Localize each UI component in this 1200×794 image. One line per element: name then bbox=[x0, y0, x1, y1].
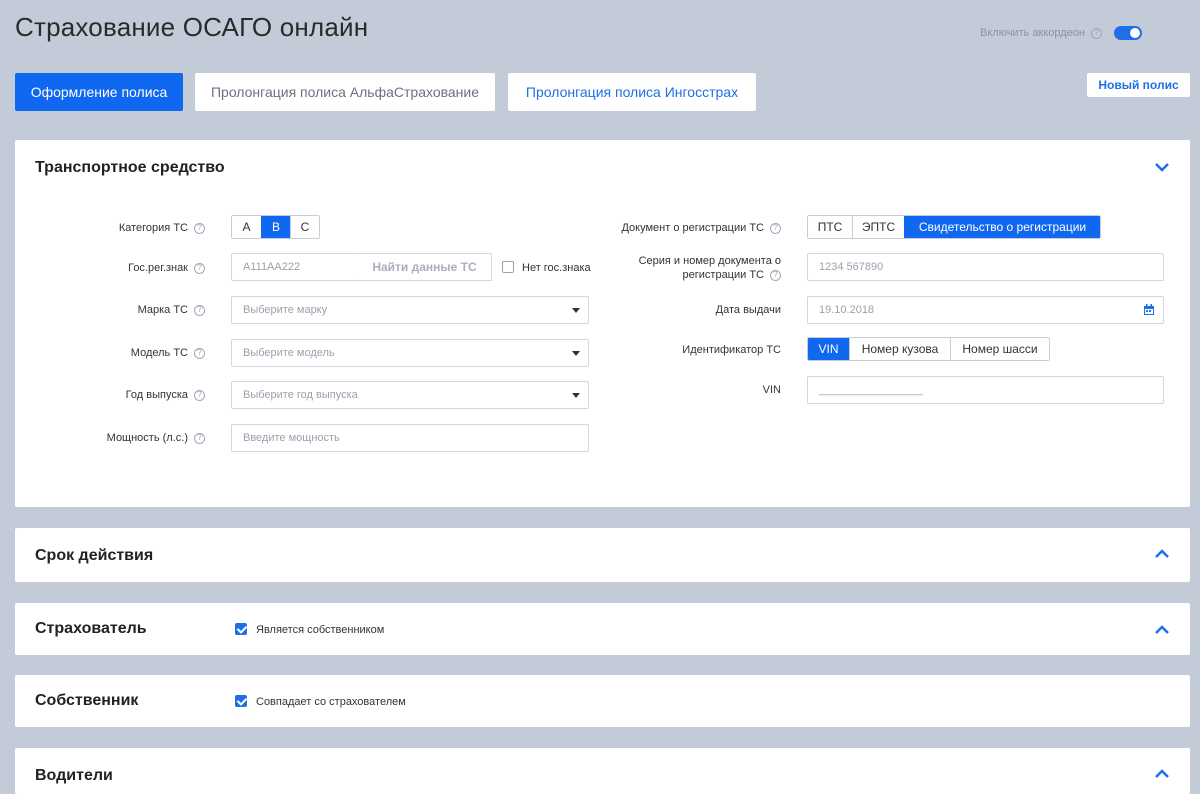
id-label: Идентификатор ТС bbox=[682, 344, 781, 356]
no-plate-checkbox[interactable] bbox=[502, 261, 514, 273]
reg-doc-certificate[interactable]: Свидетельство о регистрации bbox=[904, 216, 1100, 238]
chevron-up-icon[interactable] bbox=[1154, 546, 1170, 562]
owner-card[interactable]: Собственник Совпадает со страхователем bbox=[15, 675, 1190, 727]
help-icon[interactable]: ? bbox=[194, 222, 205, 234]
category-b[interactable]: B bbox=[261, 216, 290, 238]
id-chassis-number[interactable]: Номер шасси bbox=[950, 338, 1049, 360]
plate-input[interactable]: А111АА222 bbox=[231, 253, 359, 281]
category-c[interactable]: C bbox=[290, 216, 319, 238]
date-label: Дата выдачи bbox=[715, 304, 781, 316]
help-icon[interactable]: ? bbox=[770, 222, 781, 234]
date-input[interactable]: 19.10.2018 bbox=[807, 296, 1164, 324]
same-as-insurer-label: Совпадает со страхователем bbox=[256, 696, 406, 708]
reg-doc-epts[interactable]: ЭПТС bbox=[852, 216, 904, 238]
chevron-down-icon[interactable] bbox=[1154, 159, 1170, 175]
power-label: Мощность (л.с.)? bbox=[75, 432, 205, 444]
insurer-card[interactable]: Страхователь Является собственником bbox=[15, 603, 1190, 655]
drivers-card[interactable]: Водители bbox=[15, 748, 1190, 794]
chevron-up-icon[interactable] bbox=[1154, 766, 1170, 782]
vin-input[interactable]: _________________ bbox=[807, 376, 1164, 404]
id-selector[interactable]: VIN Номер кузова Номер шасси bbox=[807, 337, 1050, 361]
vin-label: VIN bbox=[762, 384, 781, 396]
help-icon[interactable]: ? bbox=[194, 304, 205, 316]
drivers-title: Водители bbox=[35, 767, 113, 784]
reg-doc-selector[interactable]: ПТС ЭПТС Свидетельство о регистрации bbox=[807, 215, 1101, 239]
plate-label: Гос.рег.знак? bbox=[75, 262, 205, 274]
calendar-icon[interactable] bbox=[1143, 304, 1155, 316]
help-icon[interactable]: ? bbox=[770, 269, 781, 281]
is-owner-checkbox[interactable] bbox=[235, 623, 247, 635]
page-title: Страхование ОСАГО онлайн bbox=[15, 12, 369, 42]
help-icon[interactable]: ? bbox=[1090, 27, 1102, 39]
model-label: Модель ТС? bbox=[75, 347, 205, 359]
series-input[interactable]: 1234 567890 bbox=[807, 253, 1164, 281]
reg-doc-label: Документ о регистрации ТС? bbox=[575, 222, 781, 234]
category-label: Категория ТС? bbox=[75, 222, 205, 234]
tab-prolong-alfa[interactable]: Пролонгация полиса АльфаСтрахование bbox=[195, 73, 495, 111]
chevron-up-icon[interactable] bbox=[1154, 622, 1170, 638]
id-vin[interactable]: VIN bbox=[808, 338, 849, 360]
accordion-label: Включить аккордеон bbox=[980, 27, 1085, 39]
new-policy-button[interactable]: Новый полис bbox=[1087, 73, 1190, 97]
model-select[interactable]: Выберите модель bbox=[231, 339, 589, 367]
reg-doc-pts[interactable]: ПТС bbox=[808, 216, 852, 238]
vehicle-card: Транспортное средство Категория ТС? A B … bbox=[15, 140, 1190, 507]
power-input[interactable]: Введите мощность bbox=[231, 424, 589, 452]
same-as-insurer-checkbox[interactable] bbox=[235, 695, 247, 707]
category-a[interactable]: A bbox=[232, 216, 261, 238]
accordion-toggle[interactable]: Включить аккордеон ? bbox=[980, 26, 1142, 40]
category-selector[interactable]: A B C bbox=[231, 215, 320, 239]
vehicle-title: Транспортное средство bbox=[35, 159, 225, 176]
help-icon[interactable]: ? bbox=[194, 347, 205, 359]
is-owner-label: Является собственником bbox=[256, 624, 385, 636]
help-icon[interactable]: ? bbox=[194, 389, 205, 401]
year-label: Год выпуска? bbox=[75, 389, 205, 401]
help-icon[interactable]: ? bbox=[194, 432, 205, 444]
accordion-switch[interactable] bbox=[1113, 26, 1142, 40]
find-vehicle-button[interactable]: Найти данные ТС bbox=[358, 253, 492, 281]
brand-select[interactable]: Выберите марку bbox=[231, 296, 589, 324]
period-card[interactable]: Срок действия bbox=[15, 528, 1190, 582]
period-title: Срок действия bbox=[35, 547, 154, 564]
year-select[interactable]: Выберите год выпуска bbox=[231, 381, 589, 409]
owner-title: Собственник bbox=[35, 692, 139, 709]
brand-label: Марка ТС? bbox=[75, 304, 205, 316]
tab-policy[interactable]: Оформление полиса bbox=[15, 73, 183, 111]
insurer-title: Страхователь bbox=[35, 620, 147, 637]
help-icon[interactable]: ? bbox=[194, 262, 205, 274]
tab-prolong-ingos[interactable]: Пролонгация полиса Ингосстрах bbox=[508, 73, 756, 111]
id-body-number[interactable]: Номер кузова bbox=[849, 338, 950, 360]
series-label: Серия и номер документа о регистрации ТС… bbox=[638, 255, 781, 281]
